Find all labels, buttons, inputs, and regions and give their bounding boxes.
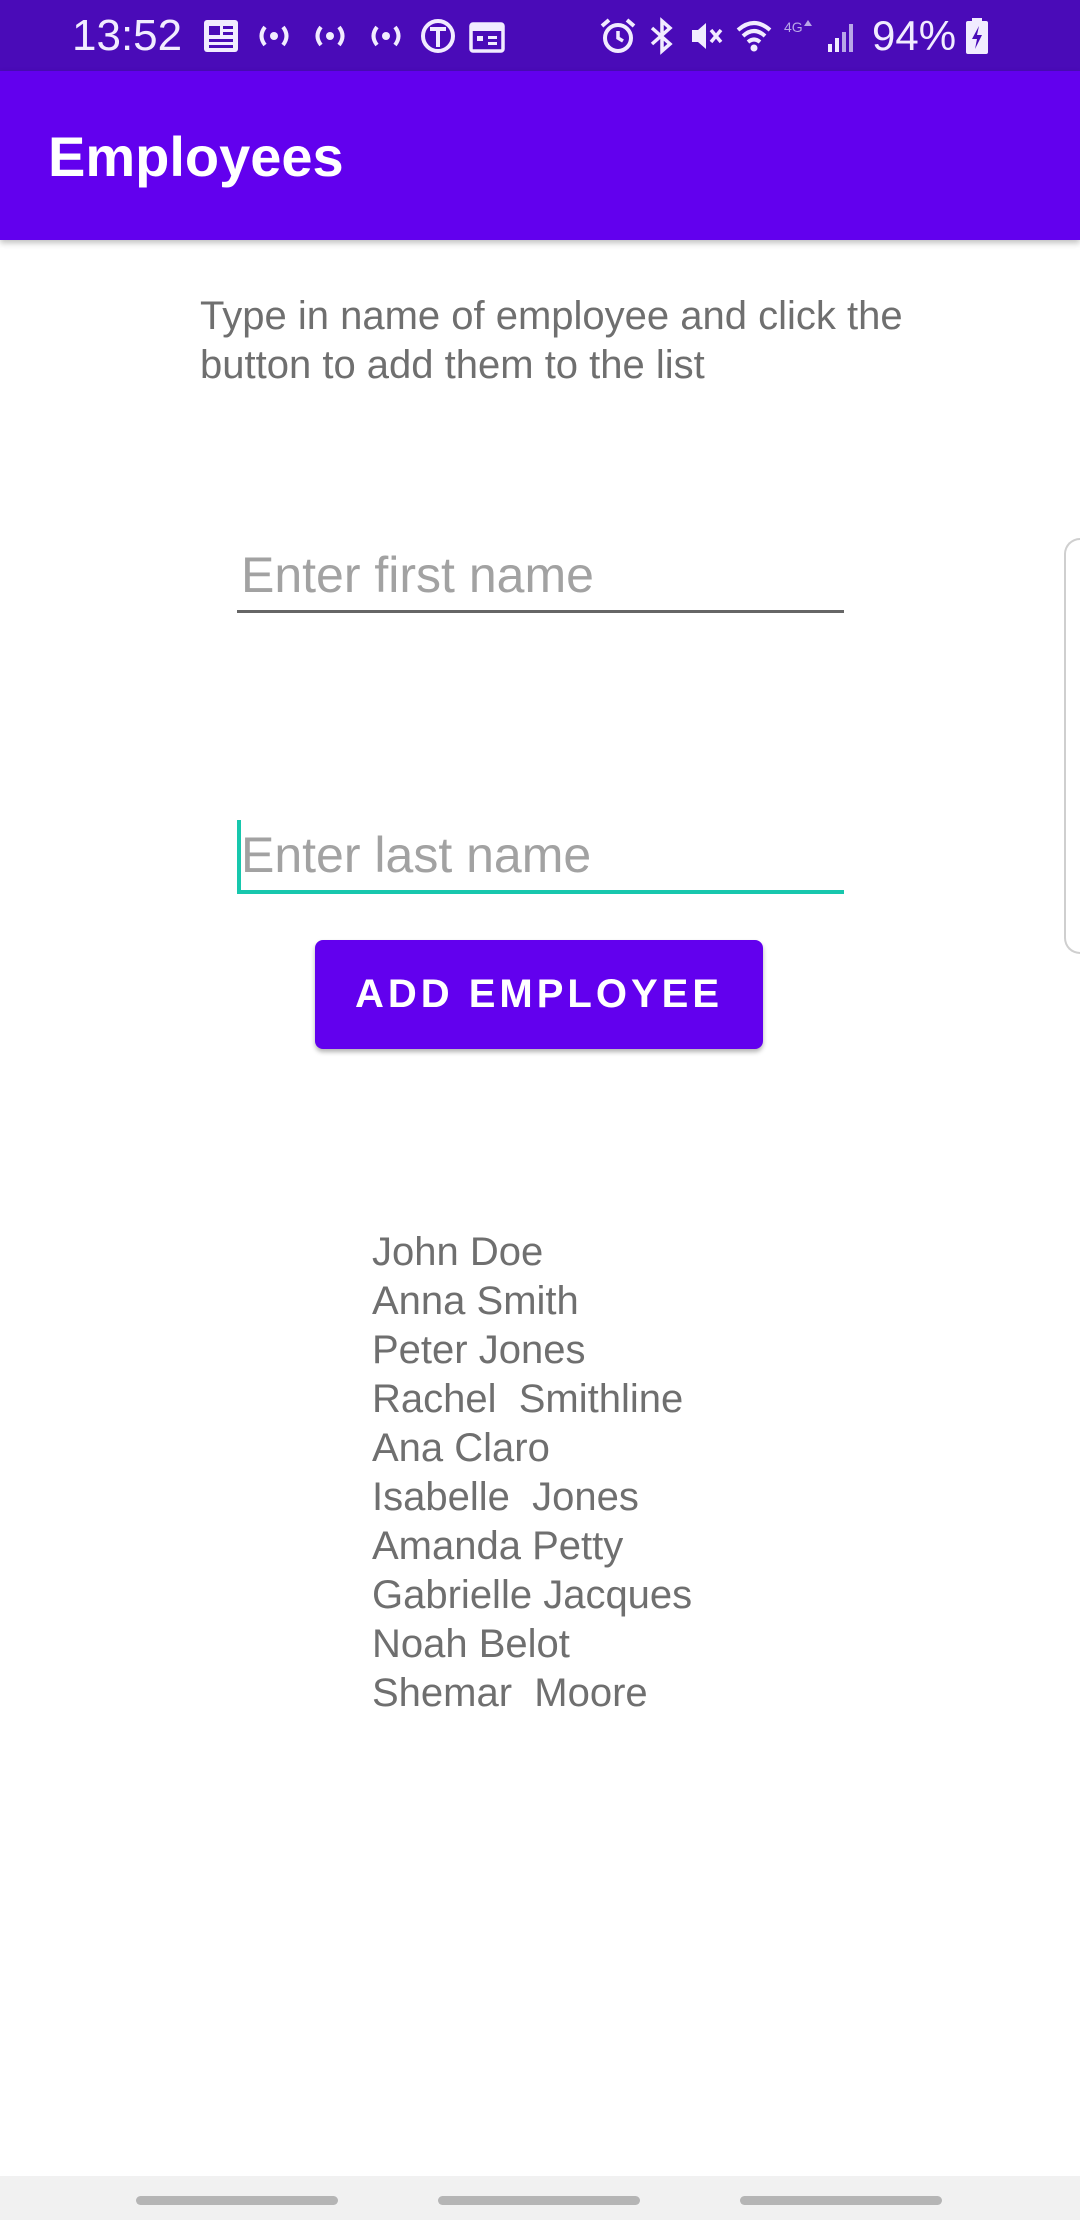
broadcast-icon xyxy=(308,21,352,51)
employee-list: John Doe Anna Smith Peter Jones Rachel S… xyxy=(372,1228,692,1718)
list-item: Noah Belot xyxy=(372,1622,570,1666)
add-employee-button[interactable]: ADD EMPLOYEE xyxy=(315,940,763,1049)
first-name-input[interactable] xyxy=(237,540,844,610)
alarm-icon xyxy=(598,16,638,56)
nav-recents-button[interactable] xyxy=(136,2196,338,2205)
nav-back-button[interactable] xyxy=(740,2196,942,2205)
page-title: Employees xyxy=(48,125,344,188)
list-item: Ana Claro xyxy=(372,1426,550,1470)
battery-charging-icon xyxy=(964,16,990,56)
broadcast-icon xyxy=(252,21,296,51)
status-bar: 13:52 4G 94% xyxy=(0,0,1080,71)
last-name-input[interactable] xyxy=(237,820,844,890)
vibrate-icon xyxy=(686,16,726,56)
list-item: Gabrielle Jacques xyxy=(372,1573,693,1617)
status-time: 13:52 xyxy=(72,11,183,60)
navigation-bar xyxy=(0,2176,1080,2220)
svg-text:4G: 4G xyxy=(784,19,803,35)
edge-panel-handle[interactable] xyxy=(1064,538,1080,954)
calendar-icon xyxy=(468,18,506,54)
app-bar: Employees xyxy=(0,71,1080,240)
broadcast-icon xyxy=(364,21,408,51)
list-item: Amanda Petty xyxy=(372,1524,624,1568)
lte-icon: 4G xyxy=(782,16,818,56)
bluetooth-icon xyxy=(646,16,678,56)
notification-icons xyxy=(202,14,506,58)
text-cursor xyxy=(237,820,241,890)
news-icon xyxy=(202,18,240,54)
battery-percent: 94% xyxy=(872,12,957,59)
first-name-field[interactable] xyxy=(237,540,844,613)
list-item: Peter Jones xyxy=(372,1328,586,1372)
last-name-field[interactable] xyxy=(237,820,844,894)
list-item: John Doe xyxy=(372,1230,544,1274)
list-item: Rachel Smithline xyxy=(372,1377,684,1421)
system-icons: 4G 94% xyxy=(598,14,990,58)
list-item: Anna Smith xyxy=(372,1279,579,1323)
list-item: Shemar Moore xyxy=(372,1671,648,1715)
instructions-text: Type in name of employee and click the b… xyxy=(200,294,903,387)
nyt-icon xyxy=(420,17,456,55)
list-item: Isabelle Jones xyxy=(372,1475,639,1519)
nav-home-button[interactable] xyxy=(438,2196,640,2205)
wifi-icon xyxy=(734,16,774,56)
signal-icon xyxy=(826,16,858,56)
